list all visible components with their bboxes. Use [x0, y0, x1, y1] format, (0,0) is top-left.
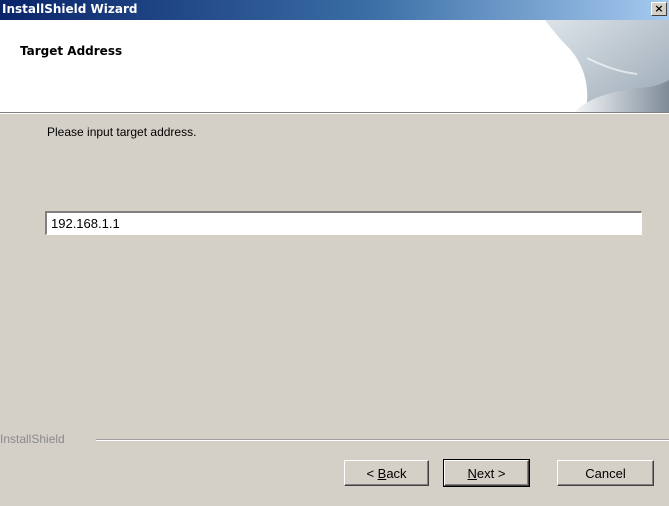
- header-divider-highlight: [0, 113, 669, 114]
- close-button[interactable]: ×: [651, 2, 667, 16]
- next-button-label: ext >: [476, 465, 506, 481]
- next-button-mnemonic: N: [467, 465, 477, 481]
- page-curl-icon: [545, 20, 669, 112]
- back-button[interactable]: < Back: [344, 460, 429, 486]
- cancel-button-label: Cancel: [585, 465, 626, 481]
- header-panel: Target Address: [0, 20, 669, 112]
- footer-divider-highlight: [96, 440, 669, 441]
- installshield-wizard-window: InstallShield Wizard × Target Address Pl…: [0, 0, 669, 506]
- cancel-button[interactable]: Cancel: [557, 460, 654, 486]
- installshield-brand-label: InstallShield: [0, 432, 65, 446]
- title-bar[interactable]: InstallShield Wizard ×: [0, 0, 669, 20]
- back-button-label: ack: [386, 465, 407, 481]
- next-button[interactable]: Next >: [443, 459, 530, 487]
- target-address-input[interactable]: [45, 211, 642, 235]
- close-icon: ×: [654, 2, 664, 15]
- window-title: InstallShield Wizard: [2, 2, 138, 16]
- back-button-prefix: <: [366, 465, 378, 481]
- prompt-label: Please input target address.: [47, 125, 197, 139]
- page-title: Target Address: [20, 44, 123, 58]
